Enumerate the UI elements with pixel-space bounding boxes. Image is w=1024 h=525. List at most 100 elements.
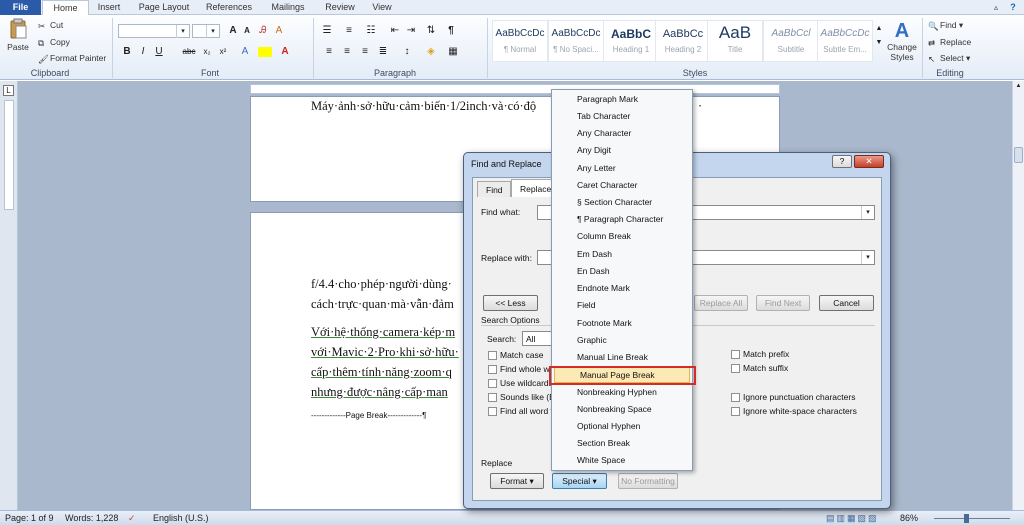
option-ignore-punctuation[interactable]: Ignore punctuation characters: [731, 392, 855, 403]
style-no-spacing[interactable]: AaBbCcDc ¶ No Spaci...: [548, 20, 604, 62]
tab-review[interactable]: Review: [318, 0, 362, 15]
borders-icon[interactable]: ▦: [446, 45, 460, 59]
menu-item-any-character[interactable]: Any Character: [552, 125, 692, 142]
menu-item-column-break[interactable]: Column Break: [552, 228, 692, 245]
view-buttons-icon[interactable]: ▤▥▦▧▨: [826, 513, 896, 524]
increase-indent-icon[interactable]: ⇥: [404, 24, 418, 38]
menu-item-caret-character[interactable]: Caret Character: [552, 177, 692, 194]
tab-view[interactable]: View: [364, 0, 400, 15]
menu-item-field[interactable]: Field: [552, 297, 692, 314]
bullets-icon[interactable]: ☰: [320, 24, 334, 38]
option-use-wildcards[interactable]: Use wildcards: [488, 378, 553, 389]
menu-item-any-letter[interactable]: Any Letter: [552, 160, 692, 177]
style-title[interactable]: AaB Title: [707, 20, 763, 62]
search-direction-select[interactable]: All: [522, 331, 552, 346]
replace-button[interactable]: ⇄ Replace: [928, 37, 971, 48]
menu-item-endnote-mark[interactable]: Endnote Mark: [552, 280, 692, 297]
zoom-thumb[interactable]: [964, 514, 969, 523]
menu-item-nonbreaking-hyphen[interactable]: Nonbreaking Hyphen: [552, 384, 692, 401]
checkbox[interactable]: [488, 379, 497, 389]
checkbox[interactable]: [731, 350, 740, 360]
help-icon[interactable]: ?: [1006, 0, 1020, 15]
align-center-icon[interactable]: ≡: [340, 45, 354, 59]
superscript-button[interactable]: x²: [216, 45, 230, 59]
text-effects-icon[interactable]: A: [238, 45, 252, 59]
language[interactable]: English (U.S.): [153, 513, 209, 523]
change-styles-button[interactable]: A Change Styles: [884, 20, 920, 62]
subscript-button[interactable]: x₂: [200, 45, 214, 59]
highlight-icon[interactable]: [258, 47, 272, 57]
tab-file[interactable]: File: [0, 0, 41, 15]
numbering-icon[interactable]: ≡: [342, 24, 356, 38]
special-button[interactable]: Special ▾: [552, 473, 607, 489]
menu-item-en-dash[interactable]: En Dash: [552, 263, 692, 280]
style-heading-1[interactable]: AaBbC Heading 1: [603, 20, 659, 62]
menu-item-section-break[interactable]: Section Break: [552, 435, 692, 452]
tab-references[interactable]: References: [199, 0, 259, 15]
zoom-slider[interactable]: [928, 514, 1018, 523]
style-subtitle[interactable]: AaBbCcl Subtitle: [763, 20, 819, 62]
option-find-all-word-forms[interactable]: Find all word f: [488, 406, 553, 417]
menu-item-any-digit[interactable]: Any Digit: [552, 142, 692, 159]
shrink-font-button[interactable]: A: [240, 24, 254, 38]
paste-button[interactable]: Paste: [5, 18, 31, 56]
copy-button[interactable]: ⧉ Copy: [38, 37, 70, 48]
option-ignore-whitespace[interactable]: Ignore white-space characters: [731, 406, 857, 417]
option-sounds-like[interactable]: Sounds like (E: [488, 392, 555, 403]
menu-item-tab-character[interactable]: Tab Character: [552, 108, 692, 125]
tab-mailings[interactable]: Mailings: [263, 0, 313, 15]
format-button[interactable]: Format ▾: [490, 473, 544, 489]
font-size-combo[interactable]: ▾: [192, 24, 220, 38]
cancel-button[interactable]: Cancel: [819, 295, 874, 311]
menu-item-paragraph-mark[interactable]: Paragraph Mark: [552, 91, 692, 108]
menu-item-optional-hyphen[interactable]: Optional Hyphen: [552, 418, 692, 435]
minimize-ribbon-icon[interactable]: ▵: [990, 0, 1002, 15]
no-formatting-button[interactable]: No Formatting: [618, 473, 678, 489]
font-name-combo[interactable]: ▾: [118, 24, 190, 38]
decrease-indent-icon[interactable]: ⇤: [388, 24, 402, 38]
dialog-help-button[interactable]: ?: [832, 155, 852, 168]
justify-icon[interactable]: ≣: [376, 45, 390, 59]
clear-format-icon[interactable]: Ꭿ: [256, 24, 270, 38]
option-match-case[interactable]: Match case: [488, 350, 543, 361]
vertical-scrollbar[interactable]: ▲: [1012, 81, 1024, 510]
find-button[interactable]: 🔍Find ▾: [928, 20, 963, 31]
menu-item-paragraph-character[interactable]: ¶ Paragraph Character: [552, 211, 692, 228]
italic-button[interactable]: I: [136, 45, 150, 59]
tab-selector-icon[interactable]: L: [3, 85, 14, 96]
horizontal-ruler[interactable]: [250, 84, 780, 94]
sort-icon[interactable]: ⇅: [424, 24, 438, 38]
align-right-icon[interactable]: ≡: [358, 45, 372, 59]
checkbox[interactable]: [731, 407, 740, 417]
find-next-button[interactable]: Find Next: [756, 295, 810, 311]
tab-insert[interactable]: Insert: [90, 0, 128, 15]
option-match-suffix[interactable]: Match suffix: [731, 363, 788, 374]
proofing-icon[interactable]: ✓: [128, 513, 136, 524]
tab-home[interactable]: Home: [42, 0, 89, 16]
checkbox[interactable]: [488, 351, 497, 361]
style-normal[interactable]: AaBbCcDc ¶ Normal: [492, 20, 548, 62]
page-count[interactable]: Page: 1 of 9: [5, 513, 54, 523]
dialog-close-button[interactable]: ✕: [854, 155, 884, 168]
checkbox[interactable]: [488, 365, 497, 375]
change-case-icon[interactable]: A: [272, 24, 286, 38]
font-color-icon[interactable]: A: [278, 45, 292, 59]
underline-button[interactable]: U: [152, 45, 166, 59]
checkbox[interactable]: [488, 407, 497, 417]
shading-icon[interactable]: ◈: [424, 45, 438, 59]
bold-button[interactable]: B: [120, 45, 134, 59]
style-heading-2[interactable]: AaBbCc Heading 2: [655, 20, 711, 62]
align-left-icon[interactable]: ≡: [322, 45, 336, 59]
style-subtle-emphasis[interactable]: AaBbCcDc Subtle Em...: [817, 20, 873, 62]
menu-item-em-dash[interactable]: Em Dash: [552, 246, 692, 263]
option-match-prefix[interactable]: Match prefix: [731, 349, 789, 360]
checkbox[interactable]: [488, 393, 497, 403]
option-find-whole-words[interactable]: Find whole wo: [488, 364, 554, 375]
tab-page-layout[interactable]: Page Layout: [130, 0, 198, 15]
checkbox[interactable]: [731, 364, 740, 374]
menu-item-section-character[interactable]: § Section Character: [552, 194, 692, 211]
show-formatting-icon[interactable]: ¶: [444, 24, 458, 38]
tab-find[interactable]: Find: [477, 181, 511, 197]
menu-item-white-space[interactable]: White Space: [552, 452, 692, 469]
menu-item-footnote-mark[interactable]: Footnote Mark: [552, 315, 692, 332]
